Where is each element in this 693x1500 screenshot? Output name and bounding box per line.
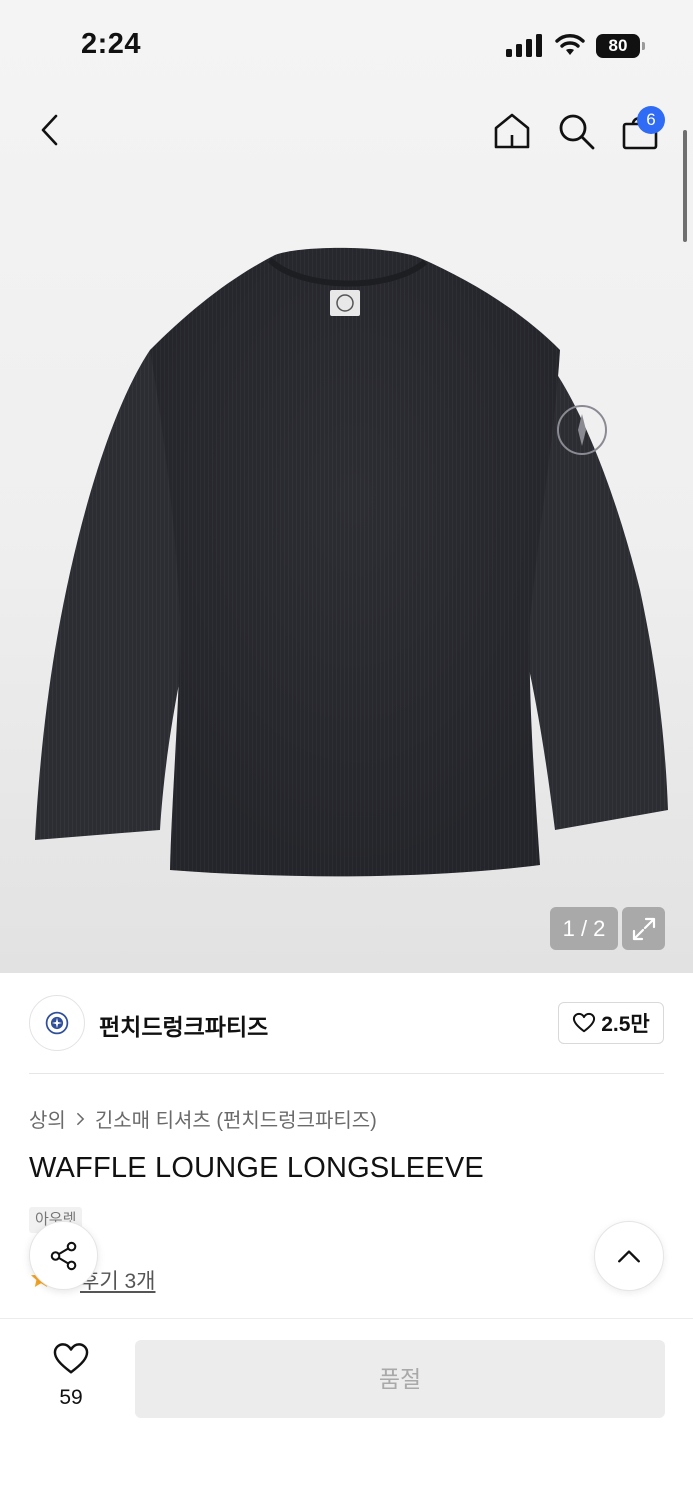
cart-count-badge: 6 (637, 106, 665, 134)
brand-like-button[interactable]: 2.5만 (558, 1002, 664, 1044)
brand-name[interactable]: 펀치드렁크파티즈 (99, 1008, 268, 1042)
share-button[interactable] (29, 1221, 98, 1290)
home-icon (494, 113, 530, 149)
wishlist-count: 59 (59, 1386, 83, 1409)
battery-icon: 80 (596, 34, 645, 58)
status-bar: 2:24 80 (0, 0, 693, 90)
search-icon (559, 114, 595, 150)
expand-icon (632, 917, 655, 940)
chevron-left-icon (41, 114, 58, 146)
product-title: WAFFLE LOUNGE LONGSLEEVE (29, 1152, 484, 1184)
heart-outline-icon (573, 1012, 596, 1033)
scrollbar[interactable] (683, 130, 687, 242)
chevron-right-icon (76, 1112, 85, 1126)
back-button[interactable] (30, 108, 70, 152)
wifi-icon (555, 34, 585, 55)
sold-out-button[interactable]: 품절 (135, 1340, 665, 1418)
image-counter: 1 / 2 (550, 907, 618, 950)
chevron-up-icon (618, 1250, 640, 1263)
heart-outline-icon (53, 1343, 89, 1374)
status-time: 2:24 (81, 28, 142, 60)
brand-logo[interactable] (29, 995, 85, 1051)
scroll-to-top-button[interactable] (594, 1221, 664, 1291)
product-image-gallery[interactable]: 2:24 80 6 1 / 2 (0, 0, 693, 973)
breadcrumb-item-subcategory[interactable]: 긴소매 티셔츠 (펀치드렁크파티즈) (95, 1104, 377, 1133)
wishlist-button[interactable]: 59 (40, 1340, 102, 1416)
search-button[interactable] (553, 108, 599, 154)
battery-level: 80 (596, 34, 640, 58)
brand-emblem-icon (45, 1011, 69, 1035)
home-button[interactable] (489, 108, 535, 154)
product-image[interactable] (0, 230, 693, 890)
breadcrumb-item-category[interactable]: 상의 (29, 1104, 66, 1133)
share-icon (50, 1241, 76, 1270)
signal-icon (506, 34, 542, 57)
breadcrumb: 상의 긴소매 티셔츠 (펀치드렁크파티즈) (29, 1104, 377, 1133)
brand-like-count: 2.5만 (601, 1013, 650, 1036)
divider (29, 1073, 664, 1074)
expand-image-button[interactable] (622, 907, 665, 950)
